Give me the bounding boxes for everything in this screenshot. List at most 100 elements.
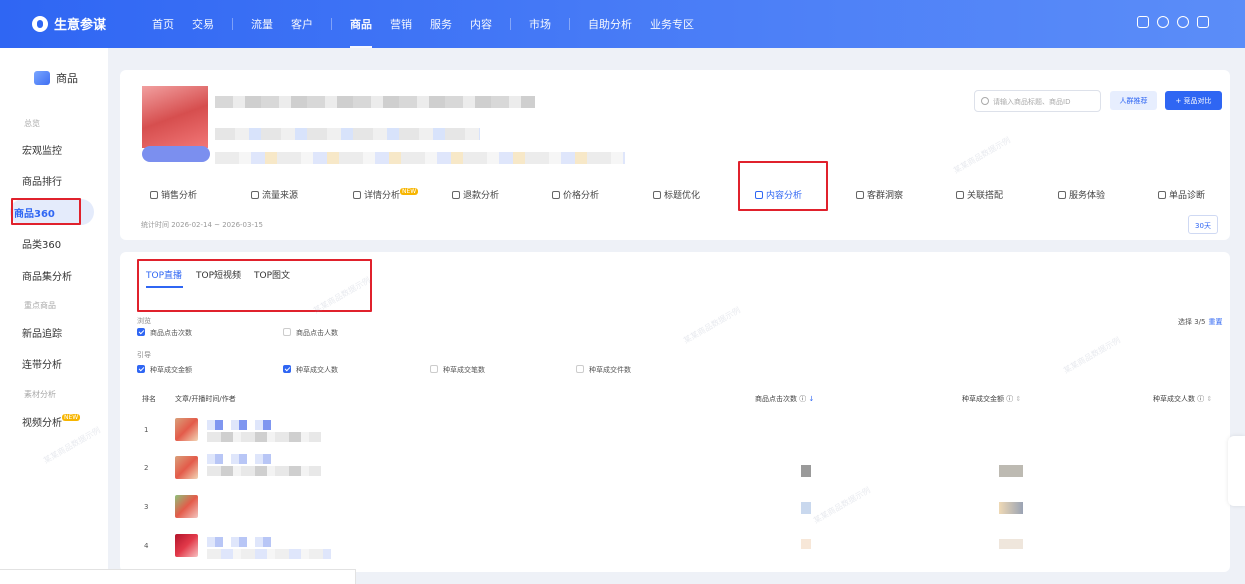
message-icon[interactable]	[1137, 16, 1149, 28]
nav-content[interactable]: 内容	[470, 16, 492, 32]
tab-title-optimize[interactable]: 标题优化	[653, 188, 700, 201]
col-seed-buyers[interactable]: 种草成交人数 ⓘ ⇕	[1153, 394, 1212, 404]
logo-icon	[32, 15, 48, 32]
service-icon	[1058, 191, 1066, 199]
tab-diagnosis[interactable]: 单品诊断	[1158, 188, 1205, 201]
nav-business-zone[interactable]: 业务专区	[650, 16, 694, 32]
tab-traffic-source[interactable]: 流量来源	[251, 188, 298, 201]
guide-label: 引导	[137, 351, 151, 359]
value-blur	[801, 465, 811, 477]
product-cube-icon	[34, 71, 50, 85]
checkbox-seed-buyers[interactable]: 种草成交人数	[283, 365, 338, 375]
checkbox-click-count[interactable]: 商品点击次数	[137, 328, 192, 338]
value-blur	[801, 502, 811, 514]
sidebar-item-macro-monitor[interactable]: 宏观监控	[22, 142, 62, 157]
help-icon[interactable]	[1177, 16, 1189, 28]
row-thumbnail[interactable]	[175, 456, 198, 479]
checkbox-seed-orders[interactable]: 种草成交笔数	[430, 365, 485, 375]
checkbox-icon	[137, 328, 145, 336]
nav-traffic[interactable]: 流量	[251, 16, 273, 32]
main-nav: 首页 交易 流量 客户 商品 营销 服务 内容 市场 自助分析 业务专区	[152, 0, 712, 48]
highlight-content-tab	[738, 161, 828, 211]
nav-home[interactable]: 首页	[152, 16, 174, 32]
row-meta-blur	[207, 432, 321, 442]
checkbox-icon	[430, 365, 438, 373]
row-rank: 4	[144, 542, 149, 550]
sidebar-item-product-ranking[interactable]: 商品排行	[22, 173, 62, 188]
nav-marketing[interactable]: 营销	[390, 16, 412, 32]
sidebar: 商品 总览 宏观监控 商品排行 商品360 品类360 商品集分析 重点商品 新…	[0, 48, 108, 584]
diagnosis-icon	[1158, 191, 1166, 199]
row-title-blur	[207, 420, 273, 430]
value-blur	[801, 539, 811, 549]
row-meta-blur	[207, 466, 321, 476]
tab-related-match[interactable]: 关联搭配	[956, 188, 1003, 201]
product-meta-blur	[215, 128, 480, 140]
nav-product[interactable]: 商品	[350, 16, 372, 48]
row-rank: 3	[144, 503, 149, 511]
crowd-recommend-button[interactable]: 人群推荐	[1110, 91, 1157, 110]
value-blur	[999, 502, 1023, 514]
product-info-blur	[215, 152, 625, 164]
reset-link[interactable]: 重置	[1209, 318, 1223, 326]
col-click-count[interactable]: 商品点击次数 ⓘ ↓	[755, 394, 814, 404]
row-title-blur	[207, 454, 273, 464]
tab-detail[interactable]: 详情分析 NEW	[353, 188, 419, 201]
checkbox-icon	[283, 328, 291, 336]
checkbox-seed-amount[interactable]: 种草成交金额	[137, 365, 192, 375]
days-button[interactable]: 30天	[1188, 215, 1218, 234]
nav-market[interactable]: 市场	[529, 16, 551, 32]
product-title-blur	[215, 96, 535, 108]
new-badge: NEW	[62, 414, 81, 421]
nav-customer[interactable]: 客户	[291, 16, 313, 32]
bottom-popup-bar	[0, 569, 356, 584]
competitor-compare-button[interactable]: + 竞品对比	[1165, 91, 1222, 110]
group-key-products: 重点商品	[24, 301, 56, 310]
sidebar-item-product-set[interactable]: 商品集分析	[22, 268, 72, 283]
stat-period: 统计时间 2026-02-14 ~ 2026-03-15	[141, 221, 263, 229]
logout-icon[interactable]	[1197, 16, 1209, 28]
tab-service[interactable]: 服务体验	[1058, 188, 1105, 201]
value-blur	[999, 465, 1023, 477]
highlight-product360	[11, 198, 81, 225]
checkbox-click-users[interactable]: 商品点击人数	[283, 328, 338, 338]
nav-self-analysis[interactable]: 自助分析	[588, 16, 632, 32]
price-icon	[552, 191, 560, 199]
row-rank: 2	[144, 464, 149, 472]
sidebar-item-related[interactable]: 连带分析	[22, 356, 62, 371]
sidebar-header: 商品	[34, 70, 78, 86]
row-thumbnail[interactable]	[175, 495, 198, 518]
app-name: 生意参谋	[54, 18, 107, 33]
sidebar-item-new-tracking[interactable]: 新品追踪	[22, 325, 62, 340]
traffic-icon	[251, 191, 259, 199]
tab-refund[interactable]: 退款分析	[452, 188, 499, 201]
nav-service[interactable]: 服务	[430, 16, 452, 32]
product-thumbnail	[142, 86, 208, 148]
value-blur	[999, 539, 1023, 549]
row-meta-blur	[207, 549, 331, 559]
search-input[interactable]: 请输入商品标题、商品ID	[974, 90, 1101, 112]
row-thumbnail[interactable]	[175, 418, 198, 441]
floating-assistant-panel[interactable]	[1228, 436, 1245, 506]
sidebar-item-category360[interactable]: 品类360	[22, 236, 61, 251]
video-analysis-label: 视频分析	[22, 418, 62, 429]
user-icon[interactable]	[1157, 16, 1169, 28]
tab-customer-insight[interactable]: 客群洞察	[856, 188, 903, 201]
app-logo[interactable]: 生意参谋	[32, 14, 106, 33]
tab-price[interactable]: 价格分析	[552, 188, 599, 201]
nav-trade[interactable]: 交易	[192, 16, 214, 32]
analysis-tabs: 销售分析 流量来源 详情分析 NEW 退款分析 价格分析 标题优化 内容分析 客群…	[150, 188, 1230, 202]
sidebar-item-video-analysis[interactable]: 视频分析NEW	[22, 414, 81, 429]
sort-icon[interactable]: ⇕	[1206, 395, 1212, 403]
row-title-blur	[207, 537, 273, 547]
sort-icon[interactable]: ⇕	[1015, 395, 1021, 403]
customer-icon	[856, 191, 864, 199]
sort-desc-icon[interactable]: ↓	[808, 395, 814, 403]
sales-icon	[150, 191, 158, 199]
group-material: 素材分析	[24, 390, 56, 399]
col-seed-amount[interactable]: 种草成交金额 ⓘ ⇕	[962, 394, 1021, 404]
checkbox-seed-items[interactable]: 种草成交件数	[576, 365, 631, 375]
row-thumbnail[interactable]	[175, 534, 198, 557]
checkbox-icon	[137, 365, 145, 373]
tab-sales[interactable]: 销售分析	[150, 188, 197, 201]
